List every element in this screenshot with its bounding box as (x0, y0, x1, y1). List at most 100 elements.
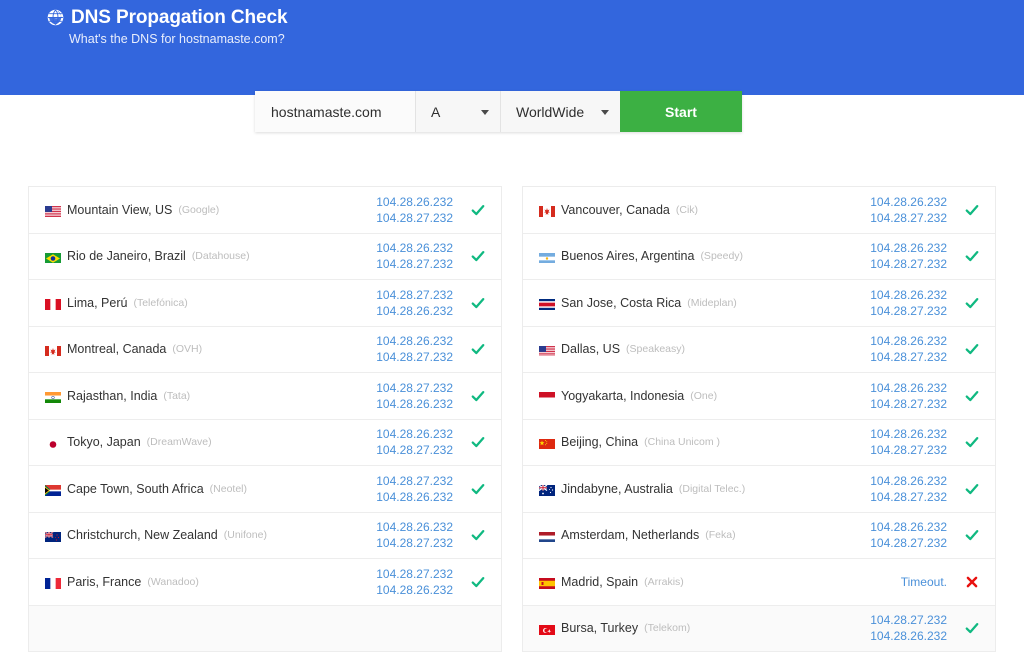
ip-address: 104.28.27.232 (376, 287, 453, 303)
ip-address: 104.28.26.232 (870, 333, 947, 349)
location-name: Yogyakarta, Indonesia (561, 389, 684, 403)
flag-icon-tr (539, 623, 555, 634)
ip-address: 104.28.27.232 (870, 256, 947, 272)
check-icon (963, 249, 981, 263)
table-row: Yogyakarta, Indonesia (One) 104.28.26.2321… (523, 373, 995, 420)
check-icon (963, 528, 981, 542)
flag-icon-cn (539, 437, 555, 448)
row-location: Cape Town, South Africa(Neotel) (45, 482, 376, 496)
row-ip-results: 104.28.26.232104.28.27.232 (870, 287, 947, 319)
ip-address: 104.28.27.232 (376, 349, 453, 365)
ip-address: 104.28.27.232 (870, 349, 947, 365)
isp-label: (Speakeasy) (626, 343, 685, 355)
check-icon (469, 575, 487, 589)
ip-address: 104.28.26.232 (870, 287, 947, 303)
start-button[interactable]: Start (620, 91, 742, 132)
row-ip-results: 104.28.27.232104.28.26.232 (376, 473, 453, 505)
check-icon (963, 296, 981, 310)
row-ip-results: 104.28.26.232104.28.27.232 (376, 194, 453, 226)
ip-address: 104.28.27.232 (376, 535, 453, 551)
record-type-value: A (431, 104, 440, 120)
location-name: Buenos Aires, Argentina (561, 249, 694, 263)
ip-address: 104.28.27.232 (376, 256, 453, 272)
dns-lookup-form: A WorldWide Start (255, 91, 742, 132)
location-name: Beijing, China (561, 435, 638, 449)
domain-input[interactable] (255, 91, 415, 132)
row-ip-results: 104.28.26.232104.28.27.232 (870, 426, 947, 458)
ip-address: 104.28.27.232 (376, 566, 453, 582)
ip-address: 104.28.26.232 (870, 380, 947, 396)
location-name: Dallas, US (561, 342, 620, 356)
check-icon (469, 342, 487, 356)
ip-address: 104.28.27.232 (376, 473, 453, 489)
isp-label: (One) (690, 390, 717, 402)
table-row: Christchurch, New Zealand(Unifone)104.28… (29, 513, 501, 560)
location-name: Vancouver, Canada (561, 203, 670, 217)
flag-icon-ca (539, 204, 555, 215)
row-location: Madrid, Spain (Arrakis) (539, 575, 901, 589)
ip-address: 104.28.27.232 (870, 303, 947, 319)
table-row: Madrid, Spain(Arrakis)Timeout. (523, 559, 995, 606)
row-location: Lima, Perú(Telefónica) (45, 296, 376, 310)
flag-icon-us (539, 344, 555, 355)
row-ip-results: 104.28.26.232104.28.27.232 (376, 240, 453, 272)
isp-label: (Google) (178, 204, 219, 216)
cross-icon (963, 575, 981, 589)
location-name: Montreal, Canada (67, 342, 166, 356)
table-row: Bursa, Turkey(Telekom)104.28.27.232104.2… (523, 606, 995, 652)
flag-icon-br (45, 251, 61, 262)
isp-label: (Arrakis) (644, 576, 684, 588)
location-name: Rajasthan, India (67, 389, 157, 403)
check-icon (469, 389, 487, 403)
table-row: Montreal, Canada(OVH)104.28.26.232104.28… (29, 327, 501, 374)
isp-label: (Cik) (676, 204, 698, 216)
ip-address: 104.28.26.232 (376, 489, 453, 505)
row-ip-results: 104.28.26.232104.28.27.232 (870, 240, 947, 272)
isp-label: (Datahouse) (192, 250, 250, 262)
ip-address: 104.28.26.232 (376, 396, 453, 412)
flag-icon-nl (539, 530, 555, 541)
row-ip-results: 104.28.26.232104.28.27.232 (376, 426, 453, 458)
table-row: Lima, Perú(Telefónica)104.28.27.232104.2… (29, 280, 501, 327)
flag-icon-cr (539, 297, 555, 308)
ip-address: 104.28.27.232 (376, 210, 453, 226)
location-name: Amsterdam, Netherlands (561, 528, 699, 542)
isp-label: (Feka) (705, 529, 735, 541)
isp-label: (Digital Telec.) (679, 483, 745, 495)
row-ip-results: 104.28.26.232104.28.27.232 (870, 380, 947, 412)
ip-address: 104.28.26.232 (376, 333, 453, 349)
isp-label: (Unifone) (224, 529, 267, 541)
record-type-select[interactable]: A (415, 91, 500, 132)
ip-address: 104.28.27.232 (870, 489, 947, 505)
page-header: DNS Propagation Check What's the DNS for… (0, 0, 1024, 95)
row-location: Montreal, Canada(OVH) (45, 342, 376, 356)
row-location: Rio de Janeiro, Brazil(Datahouse) (45, 249, 376, 263)
check-icon (963, 435, 981, 449)
chevron-down-icon (601, 110, 609, 115)
location-name: Tokyo, Japan (67, 435, 141, 449)
check-icon (963, 203, 981, 217)
results-column-left: Mountain View, US(Google)104.28.26.23210… (28, 186, 502, 652)
location-name: Madrid, Spain (561, 575, 638, 589)
table-row: Paris, France(Wanadoo)104.28.27.232104.2… (29, 559, 501, 606)
row-location: Yogyakarta, Indonesia (One) (539, 389, 870, 403)
ip-address: 104.28.27.232 (870, 442, 947, 458)
row-ip-results: 104.28.27.232104.28.26.232 (376, 566, 453, 598)
row-ip-results: 104.28.27.232104.28.26.232 (376, 287, 453, 319)
flag-icon-au (539, 483, 555, 494)
location-name: Bursa, Turkey (561, 621, 638, 635)
chevron-down-icon (481, 110, 489, 115)
results-area: Mountain View, US(Google)104.28.26.23210… (0, 186, 1024, 652)
check-icon (469, 249, 487, 263)
isp-label: (Tata) (163, 390, 190, 402)
ip-address: 104.28.27.232 (870, 535, 947, 551)
ip-address: 104.28.27.232 (376, 380, 453, 396)
ip-address: 104.28.26.232 (870, 194, 947, 210)
location-name: Lima, Perú (67, 296, 127, 310)
ip-address: 104.28.26.232 (376, 194, 453, 210)
ip-address: 104.28.26.232 (376, 582, 453, 598)
check-icon (469, 203, 487, 217)
table-row: Rio de Janeiro, Brazil(Datahouse)104.28.… (29, 234, 501, 281)
region-select[interactable]: WorldWide (500, 91, 620, 132)
flag-icon-pe (45, 297, 61, 308)
